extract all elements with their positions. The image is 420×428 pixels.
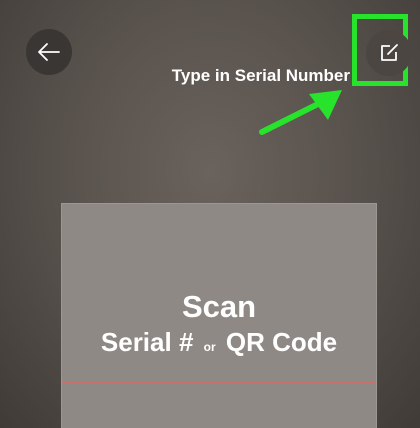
scan-title: Scan bbox=[181, 289, 257, 324]
scan-or-label: or bbox=[203, 340, 216, 354]
scan-subtitle: Serial # or QR Code bbox=[52, 326, 386, 363]
annotation-arrow bbox=[259, 90, 342, 135]
edit-icon bbox=[381, 44, 398, 61]
edit-serial-button[interactable] bbox=[366, 30, 412, 76]
scan-qr-label: QR Code bbox=[225, 327, 338, 357]
arrow-left-icon bbox=[38, 43, 60, 61]
scan-frame: Scan Serial # or QR Code bbox=[61, 203, 377, 428]
back-button[interactable] bbox=[26, 29, 72, 75]
annotation-label: Type in Serial Number bbox=[171, 66, 350, 85]
scan-serial-label: Serial # bbox=[100, 327, 194, 357]
scan-line bbox=[62, 382, 376, 383]
